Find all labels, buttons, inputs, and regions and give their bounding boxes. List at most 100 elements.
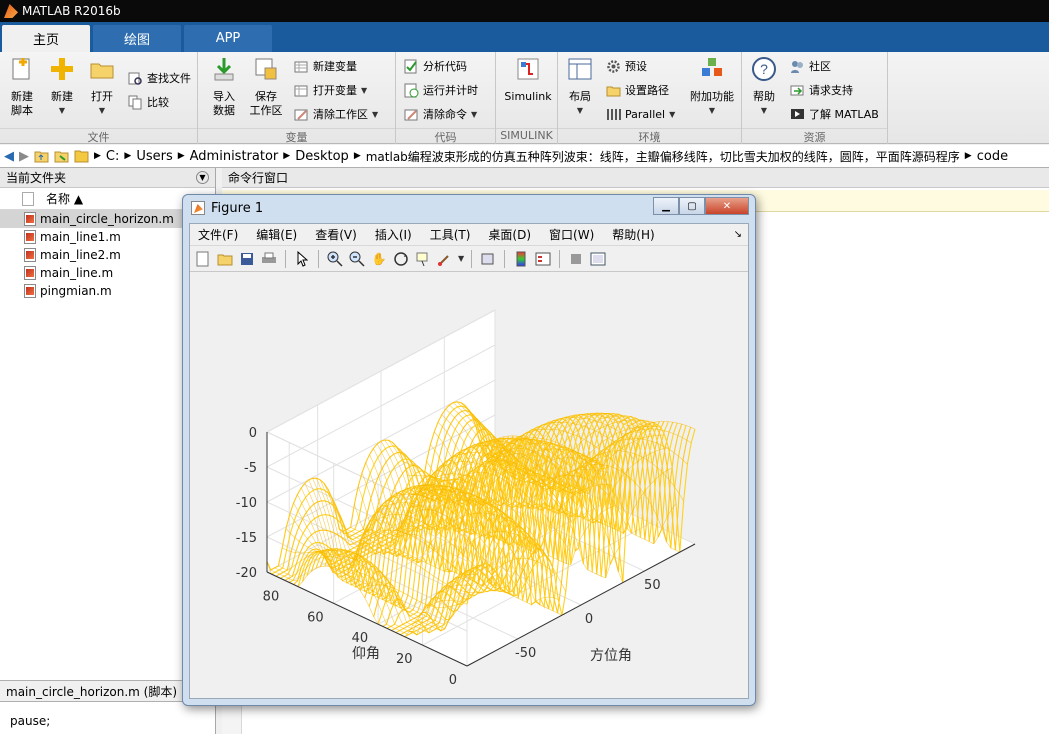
hide-plot-tools-icon[interactable]	[567, 250, 585, 268]
preferences-button[interactable]: 预设	[606, 56, 647, 76]
layout-button[interactable]: 布局 ▼	[560, 56, 600, 118]
breadcrumb-users[interactable]: Users ▶	[136, 149, 184, 164]
print-icon[interactable]	[260, 250, 278, 268]
set-path-button[interactable]: 设置路径	[606, 80, 669, 100]
open-button[interactable]: 打开 ▼	[82, 56, 122, 118]
menu-view[interactable]: 查看(V)	[315, 226, 357, 243]
breadcrumb-c[interactable]: C: ▶	[106, 149, 131, 164]
legend-icon[interactable]	[534, 250, 552, 268]
compare-label: 比较	[147, 96, 169, 109]
simulink-button[interactable]: Simulink	[502, 56, 554, 104]
analyze-code-button[interactable]: 分析代码	[404, 56, 467, 76]
new-script-button[interactable]: 新建 脚本	[2, 56, 42, 118]
brush-icon[interactable]	[436, 250, 454, 268]
x-axis-label: 方位角	[590, 648, 632, 664]
new-figure-icon[interactable]	[194, 250, 212, 268]
forward-arrow-icon[interactable]: ▶	[19, 149, 29, 164]
menu-insert[interactable]: 插入(I)	[375, 226, 412, 243]
link-plot-icon[interactable]	[479, 250, 497, 268]
menu-tools[interactable]: 工具(T)	[430, 226, 471, 243]
zoom-in-icon[interactable]	[326, 250, 344, 268]
clear-commands-label: 清除命令	[423, 108, 467, 121]
browse-folder-icon[interactable]	[54, 149, 69, 163]
find-files-label: 查找文件	[147, 72, 191, 85]
tab-apps[interactable]: APP	[184, 25, 272, 52]
layout-icon	[568, 58, 592, 80]
compare-button[interactable]: 比较	[128, 92, 169, 112]
data-cursor-icon[interactable]	[414, 250, 432, 268]
back-arrow-icon[interactable]: ◀	[4, 149, 14, 164]
close-button[interactable]: ✕	[705, 197, 749, 215]
folder-icon	[74, 150, 89, 163]
open-variable-button[interactable]: 打开变量 ▼	[294, 80, 367, 100]
menu-file[interactable]: 文件(F)	[198, 226, 238, 243]
pan-hand-icon[interactable]: ✋	[370, 250, 388, 268]
select-arrow-icon[interactable]	[293, 250, 311, 268]
help-dropdown-icon: ▼	[760, 106, 768, 115]
parallel-button[interactable]: Parallel ▼	[606, 104, 675, 124]
colorbar-icon[interactable]	[512, 250, 530, 268]
request-support-button[interactable]: 请求支持	[790, 80, 853, 100]
up-folder-icon[interactable]	[34, 149, 49, 163]
open-file-icon[interactable]	[216, 250, 234, 268]
tab-plots[interactable]: 绘图	[93, 25, 181, 52]
tab-home[interactable]: 主页	[2, 25, 90, 52]
m-file-icon	[24, 212, 36, 226]
import-data-icon	[214, 58, 234, 81]
brush-dropdown-icon[interactable]: ▼	[458, 254, 464, 263]
simulink-icon	[517, 58, 539, 80]
figure-window[interactable]: Figure 1 ▁ ▢ ✕ 文件(F) 编辑(E) 查看(V) 插入(I) 工…	[182, 194, 756, 706]
breadcrumb-code[interactable]: code	[977, 149, 1008, 164]
menu-desktop[interactable]: 桌面(D)	[488, 226, 531, 243]
surface-plot[interactable]: -50 0 50 0 20 40 60 80 0 -5 -10 -15 -20 方位角 仰角	[190, 274, 748, 698]
help-question-icon: ?	[752, 57, 776, 81]
clear-commands-button[interactable]: 清除命令 ▼	[404, 104, 477, 124]
save-icon[interactable]	[238, 250, 256, 268]
current-folder-title: 当前文件夹	[6, 171, 67, 185]
menu-edit[interactable]: 编辑(E)	[256, 226, 297, 243]
maximize-button[interactable]: ▢	[679, 197, 705, 215]
dock-arrow-icon[interactable]: ↘	[734, 229, 742, 240]
addons-cubes-icon	[702, 58, 722, 76]
compare-icon	[128, 95, 142, 109]
learn-matlab-button[interactable]: 了解 MATLAB	[790, 104, 879, 124]
minimize-button[interactable]: ▁	[653, 197, 679, 215]
new-variable-icon	[294, 61, 308, 72]
menu-window[interactable]: 窗口(W)	[549, 226, 594, 243]
menu-help[interactable]: 帮助(H)	[612, 226, 654, 243]
toolbar-separator	[285, 249, 286, 268]
panel-options-icon[interactable]: ▼	[196, 171, 209, 184]
layout-dropdown-icon: ▼	[576, 106, 584, 115]
new-variable-label: 新建变量	[313, 60, 357, 73]
addons-button[interactable]: 附加功能 ▼	[686, 56, 738, 118]
community-button[interactable]: 社区	[790, 56, 831, 76]
help-button[interactable]: ? 帮助 ▼	[744, 56, 784, 118]
breadcrumb-desktop[interactable]: Desktop ▶	[295, 149, 361, 164]
ribbon: 新建 脚本 新建 ▼ 打开 ▼ 查找文件 比较 文件 导入 数据 保存 工作区 …	[0, 52, 1049, 144]
new-button[interactable]: 新建 ▼	[42, 56, 82, 118]
new-variable-button[interactable]: 新建变量	[294, 56, 357, 76]
breadcrumb-administrator[interactable]: Administrator ▶	[190, 149, 291, 164]
parallel-icon	[607, 108, 621, 120]
open-label: 打开	[91, 90, 113, 103]
clear-workspace-button[interactable]: 清除工作区 ▼	[294, 104, 378, 124]
breadcrumb-project-folder[interactable]: matlab编程波束形成的仿真五种阵列波束：线阵，主瓣偏移线阵，切比雪夫加权的线…	[366, 148, 972, 165]
simulink-label: Simulink	[504, 90, 552, 103]
path-separator-icon: ▶	[964, 151, 972, 161]
preferences-gear-icon	[607, 59, 620, 73]
file-name: pingmian.m	[40, 284, 112, 298]
save-workspace-button[interactable]: 保存 工作区	[246, 56, 286, 118]
zoom-out-icon[interactable]	[348, 250, 366, 268]
find-files-icon	[128, 72, 142, 85]
plot-area[interactable]: -50 0 50 0 20 40 60 80 0 -5 -10 -15 -20 方位角 仰角	[190, 274, 748, 698]
analyze-code-label: 分析代码	[423, 60, 467, 73]
run-and-time-button[interactable]: 运行并计时	[404, 80, 478, 100]
import-data-button[interactable]: 导入 数据	[204, 56, 244, 118]
m-file-icon	[24, 230, 36, 244]
show-plot-tools-icon[interactable]	[589, 250, 607, 268]
new-plus-icon	[51, 58, 73, 80]
clear-commands-dropdown-icon: ▼	[471, 109, 478, 119]
rotate-3d-icon[interactable]	[392, 250, 410, 268]
find-files-button[interactable]: 查找文件	[128, 68, 191, 88]
save-workspace-icon	[255, 58, 277, 80]
